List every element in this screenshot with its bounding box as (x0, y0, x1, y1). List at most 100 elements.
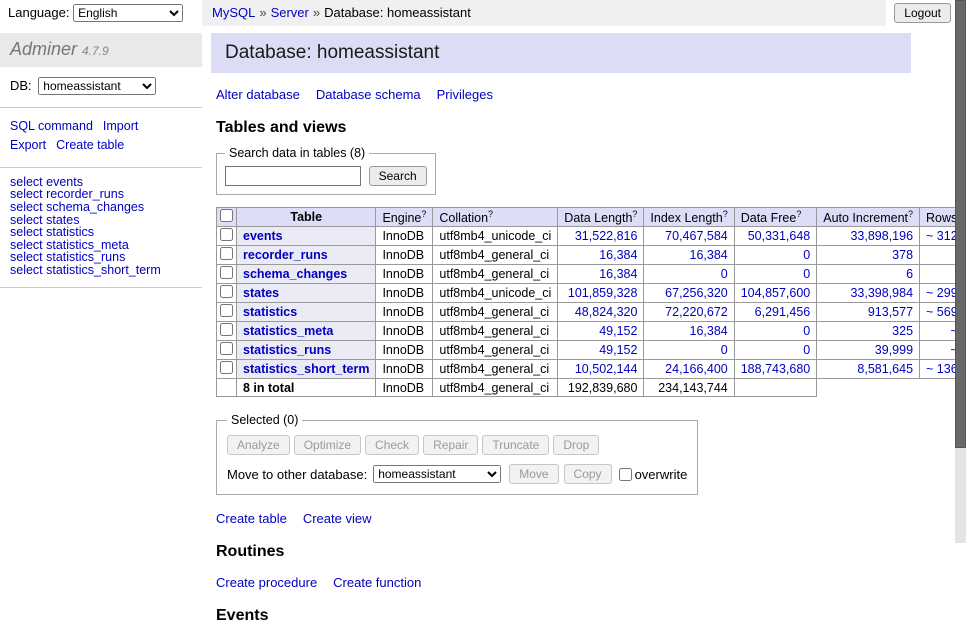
logout-button[interactable]: Logout (894, 3, 951, 23)
table-name-cell: events (237, 227, 376, 246)
selected-buttons: AnalyzeOptimizeCheckRepairTruncateDrop (227, 435, 687, 455)
search-button[interactable]: Search (369, 166, 427, 186)
app-name: Adminer (10, 39, 77, 59)
auto-increment-link[interactable]: 8,581,645 (857, 362, 913, 376)
row-checkbox[interactable] (220, 285, 233, 298)
index-length-link[interactable]: 67,256,320 (665, 286, 728, 300)
select-all-checkbox[interactable] (220, 209, 233, 222)
data-free-link[interactable]: 188,743,680 (741, 362, 811, 376)
data-length-link[interactable]: 16,384 (599, 267, 637, 281)
auto-increment-link[interactable]: 39,999 (875, 343, 913, 357)
engine-cell: InnoDB (376, 303, 433, 322)
data-free-link[interactable]: 0 (803, 267, 810, 281)
breadcrumb-link-server[interactable]: Server (271, 5, 309, 20)
table-link-statistics-runs[interactable]: statistics_runs (243, 343, 331, 357)
data-length-link[interactable]: 16,384 (599, 248, 637, 262)
data-length-link[interactable]: 10,502,144 (575, 362, 638, 376)
data-free-link[interactable]: 50,331,648 (748, 229, 811, 243)
table-link-events[interactable]: events (243, 229, 283, 243)
table-link-states[interactable]: states (243, 286, 279, 300)
search-input[interactable] (225, 166, 361, 186)
data-free-link[interactable]: 104,857,600 (741, 286, 811, 300)
sidebar-link-export[interactable]: Export (10, 138, 46, 152)
analyze-button[interactable]: Analyze (227, 435, 290, 455)
list-item: select statistics_short_term (10, 264, 192, 277)
data-free-link[interactable]: 0 (803, 343, 810, 357)
sidebar-link-create-table[interactable]: Create table (56, 138, 124, 152)
move-button[interactable]: Move (509, 464, 558, 484)
data-length-link[interactable]: 49,152 (599, 324, 637, 338)
data-length-link[interactable]: 101,859,328 (568, 286, 638, 300)
row-checkbox[interactable] (220, 228, 233, 241)
row-checkbox[interactable] (220, 361, 233, 374)
data-free-link[interactable]: 0 (803, 248, 810, 262)
index-length-link[interactable]: 24,166,400 (665, 362, 728, 376)
data-free-cell: 0 (734, 322, 817, 341)
sidebar-item-select-statistics-short-term[interactable]: select statistics_short_term (10, 263, 161, 277)
link-create-function[interactable]: Create function (333, 575, 421, 590)
auto-increment-link[interactable]: 33,898,196 (850, 229, 913, 243)
breadcrumb-link-mysql[interactable]: MySQL (212, 5, 255, 20)
data-length-cell: 16,384 (558, 246, 644, 265)
table-link-statistics-short-term[interactable]: statistics_short_term (243, 362, 369, 376)
auto-increment-cell: 378 (817, 246, 920, 265)
optimize-button[interactable]: Optimize (294, 435, 361, 455)
data-free-link[interactable]: 6,291,456 (755, 305, 811, 319)
truncate-button[interactable]: Truncate (482, 435, 549, 455)
index-length-link[interactable]: 0 (721, 343, 728, 357)
routines-heading: Routines (216, 543, 911, 561)
auto-increment-link[interactable]: 913,577 (868, 305, 913, 319)
data-length-cell: 48,824,320 (558, 303, 644, 322)
language-select[interactable]: English (73, 4, 183, 22)
auto-increment-link[interactable]: 33,398,984 (850, 286, 913, 300)
sidebar-link-import[interactable]: Import (103, 119, 138, 133)
index-length-link[interactable]: 72,220,672 (665, 305, 728, 319)
sidebar-link-sql-command[interactable]: SQL command (10, 119, 93, 133)
link-create-table[interactable]: Create table (216, 511, 287, 526)
row-checkbox[interactable] (220, 247, 233, 260)
link-privileges[interactable]: Privileges (437, 87, 493, 102)
row-checkbox[interactable] (220, 304, 233, 317)
sidebar-main-links: SQL command Import Export Create table (0, 108, 202, 168)
vertical-scrollbar[interactable] (955, 0, 966, 543)
index-length-link[interactable]: 16,384 (690, 248, 728, 262)
link-create-procedure[interactable]: Create procedure (216, 575, 317, 590)
link-alter-database[interactable]: Alter database (216, 87, 300, 102)
link-create-view[interactable]: Create view (303, 511, 372, 526)
scrollbar-thumb[interactable] (955, 0, 966, 448)
check-button[interactable]: Check (365, 435, 419, 455)
overwrite-label: overwrite (635, 467, 688, 482)
move-db-select[interactable]: homeassistant (373, 465, 501, 483)
auto-increment-link[interactable]: 378 (892, 248, 913, 262)
db-select[interactable]: homeassistant (38, 77, 156, 95)
copy-button[interactable]: Copy (564, 464, 612, 484)
data-free-link[interactable]: 0 (803, 324, 810, 338)
language-area: Language: English (0, 0, 202, 22)
index-length-link[interactable]: 16,384 (690, 324, 728, 338)
data-length-cell: 49,152 (558, 341, 644, 360)
data-length-link[interactable]: 31,522,816 (575, 229, 638, 243)
index-length-link[interactable]: 0 (721, 267, 728, 281)
link-database-schema[interactable]: Database schema (316, 87, 421, 102)
table-link-statistics-meta[interactable]: statistics_meta (243, 324, 333, 338)
selected-fieldset: Selected (0) AnalyzeOptimizeCheckRepairT… (216, 413, 698, 495)
app-logo: Adminer4.7.9 (0, 33, 202, 67)
data-length-link[interactable]: 49,152 (599, 343, 637, 357)
collation-cell: utf8mb4_general_ci (433, 341, 558, 360)
drop-button[interactable]: Drop (553, 435, 599, 455)
repair-button[interactable]: Repair (423, 435, 478, 455)
auto-increment-link[interactable]: 6 (906, 267, 913, 281)
row-checkbox[interactable] (220, 266, 233, 279)
row-checkbox[interactable] (220, 342, 233, 355)
data-length-link[interactable]: 48,824,320 (575, 305, 638, 319)
overwrite-checkbox[interactable] (619, 468, 632, 481)
index-length-cell: 70,467,584 (644, 227, 734, 246)
table-link-statistics[interactable]: statistics (243, 305, 297, 319)
table-name-cell: recorder_runs (237, 246, 376, 265)
index-length-link[interactable]: 70,467,584 (665, 229, 728, 243)
row-checkbox[interactable] (220, 323, 233, 336)
auto-increment-link[interactable]: 325 (892, 324, 913, 338)
table-link-schema-changes[interactable]: schema_changes (243, 267, 347, 281)
table-link-recorder-runs[interactable]: recorder_runs (243, 248, 328, 262)
column-help: ? (488, 209, 493, 219)
